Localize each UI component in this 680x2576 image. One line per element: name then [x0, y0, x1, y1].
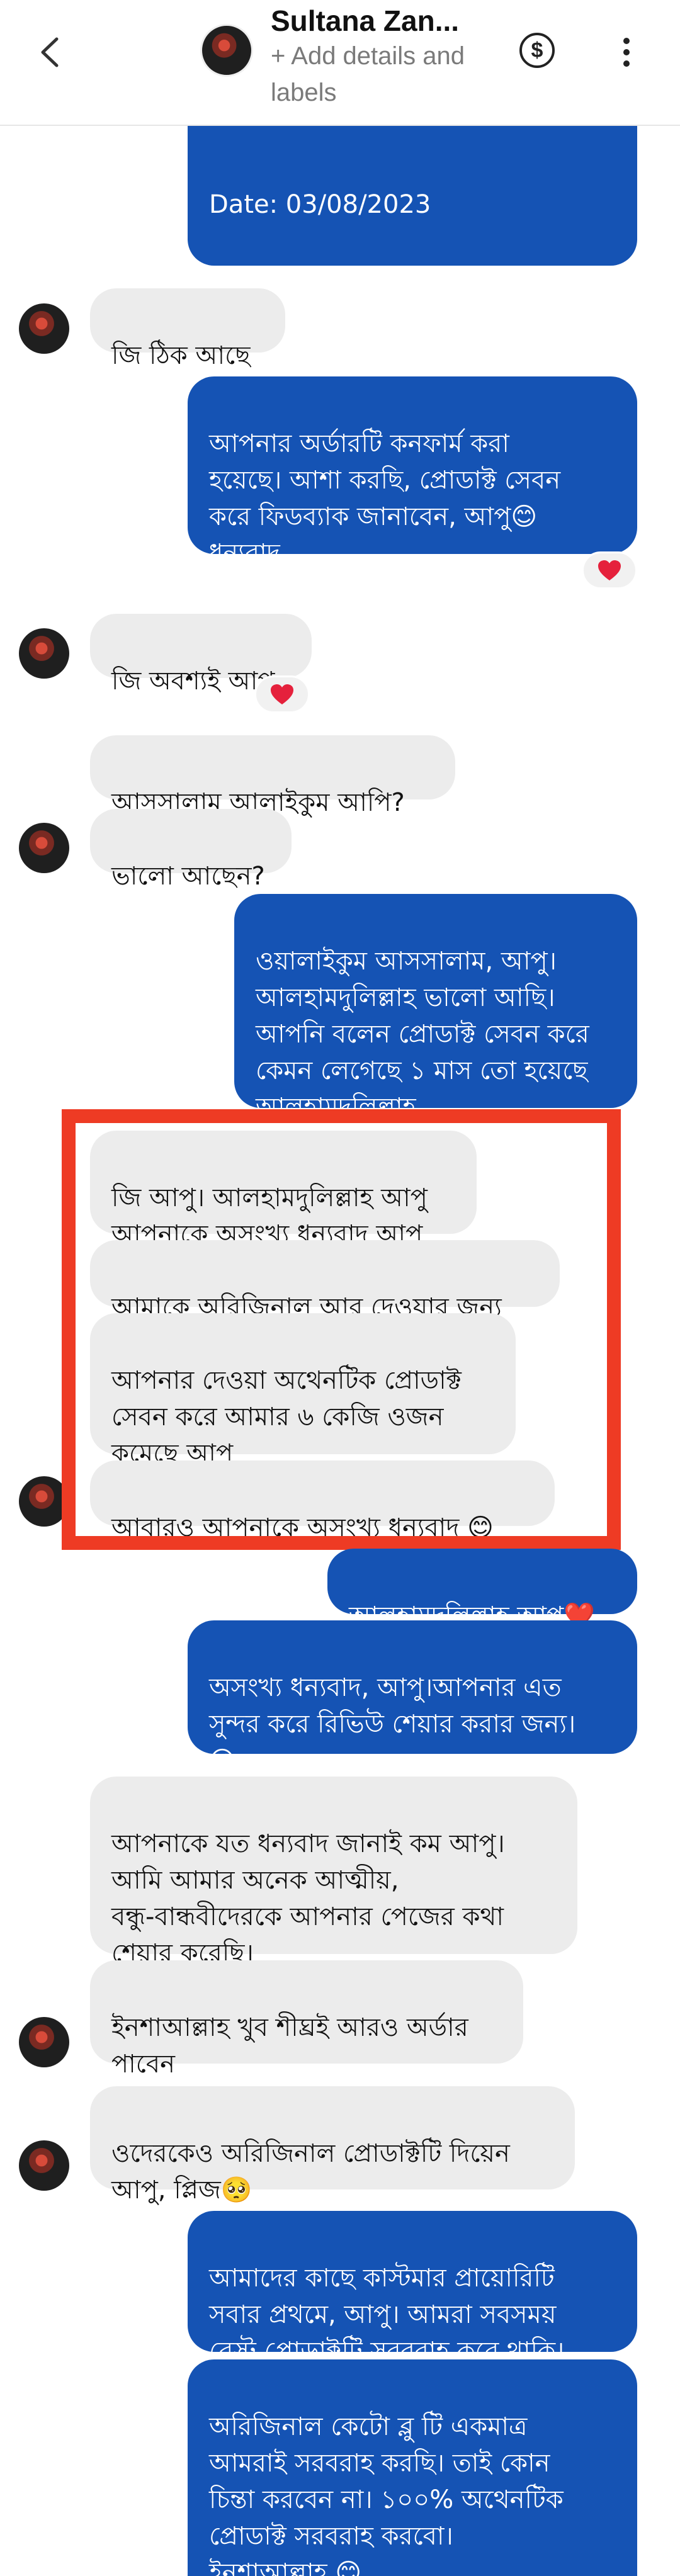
message-outgoing[interactable]: আপনার অর্ডারটি কনফার্ম করা হয়েছে। আশা ক…	[188, 376, 637, 568]
message-incoming[interactable]: আসসালামু আলাইকুম আপি?	[90, 735, 455, 817]
avatar[interactable]	[19, 303, 69, 354]
highlight-box	[62, 1109, 621, 1550]
message-text: Date: 03/08/2023 Pathao home Delivery Se…	[209, 190, 589, 292]
message-text: অসংখ্য ধন্যবাদ, আপু।আপনার এত সুন্দর করে …	[209, 1673, 576, 1775]
message-outgoing[interactable]: Date: 03/08/2023 Pathao home Delivery Se…	[188, 126, 637, 326]
add-details-link[interactable]: + Add details and labels	[271, 38, 479, 111]
message-incoming[interactable]: ইনশাআল্লাহ খুব শীঘ্রই আরও অর্ডার পাবেন	[90, 1960, 523, 2079]
message-outgoing[interactable]: অরিজিনাল কেটো ব্লু টি একমাত্র আমরাই সরবর…	[188, 2359, 637, 2576]
message-incoming[interactable]: আপনাকে যত ধন্যবাদ জানাই কম আপু। আমি আমার…	[90, 1777, 577, 1968]
message-incoming[interactable]: জি ঠিক আছে	[90, 288, 285, 370]
message-incoming[interactable]: জি অবশ্যই আপু	[90, 614, 312, 696]
message-text: ভালো আছেন?	[111, 862, 265, 891]
message-text: ওদেরকেও অরিজিনাল প্রোডাক্টটি দিয়েন আপু,…	[111, 2139, 510, 2205]
reaction-badge[interactable]	[254, 675, 310, 713]
more-vertical-icon[interactable]	[614, 35, 639, 70]
message-incoming[interactable]: ভালো আছেন?	[90, 809, 292, 891]
message-text: জি অবশ্যই আপু	[111, 667, 275, 696]
message-text: জি ঠিক আছে	[111, 341, 251, 370]
message-text: ইনশাআল্লাহ খুব শীঘ্রই আরও অর্ডার পাবেন	[111, 2013, 468, 2079]
heart-icon	[271, 684, 293, 704]
message-text: আমাদের কাছে কাস্টমার প্রায়োরিটি সবার প্…	[209, 2264, 565, 2366]
message-incoming[interactable]: ওদেরকেও অরিজিনাল প্রোডাক্টটি দিয়েন আপু,…	[90, 2086, 575, 2205]
message-text: আপনার অর্ডারটি কনফার্ম করা হয়েছে। আশা ক…	[209, 429, 561, 568]
dollar-circle-icon[interactable]: $	[519, 33, 555, 68]
avatar[interactable]	[19, 2140, 69, 2191]
chat-header: Sultana Zan... + Add details and labels …	[0, 0, 680, 126]
heart-icon	[598, 560, 621, 580]
contact-avatar[interactable]	[200, 24, 253, 77]
message-outgoing[interactable]: আলহামদুলিল্লাহ আপু❤️	[327, 1549, 637, 1630]
message-text: ওয়ালাইকুম আসসালাম, আপু। আলহামদুলিল্লাহ …	[256, 947, 589, 1122]
avatar[interactable]	[19, 628, 69, 679]
message-text: অরিজিনাল কেটো ব্লু টি একমাত্র আমরাই সরবর…	[209, 2412, 564, 2576]
chevron-left-icon[interactable]	[31, 30, 69, 74]
reaction-badge[interactable]	[582, 551, 637, 589]
message-outgoing[interactable]: অসংখ্য ধন্যবাদ, আপু।আপনার এত সুন্দর করে …	[188, 1620, 637, 1775]
message-text: আপনাকে যত ধন্যবাদ জানাই কম আপু। আমি আমার…	[111, 1829, 505, 1968]
contact-name[interactable]: Sultana Zan...	[271, 4, 459, 38]
message-outgoing[interactable]: আমাদের কাছে কাস্টমার প্রায়োরিটি সবার প্…	[188, 2211, 637, 2366]
avatar[interactable]	[19, 2017, 69, 2067]
message-outgoing[interactable]: ওয়ালাইকুম আসসালাম, আপু। আলহামদুলিল্লাহ …	[234, 894, 637, 1122]
avatar[interactable]	[19, 823, 69, 873]
